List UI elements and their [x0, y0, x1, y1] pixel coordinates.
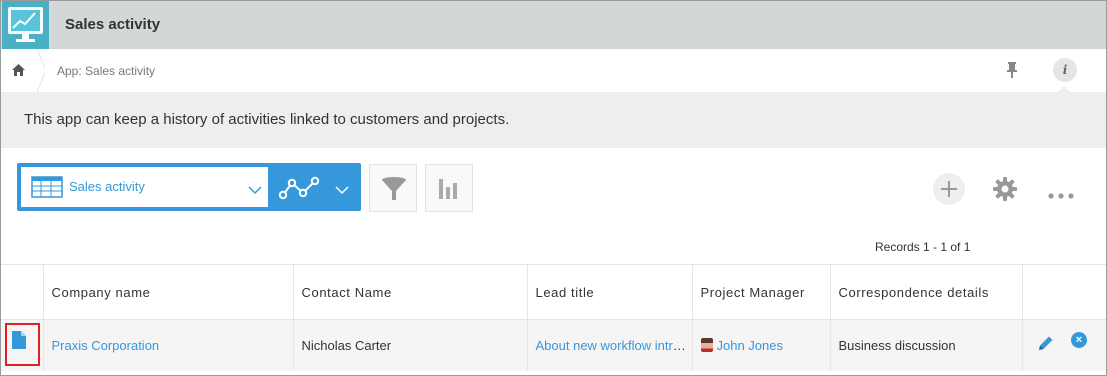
title-bar: Sales activity: [1, 1, 1106, 49]
document-icon[interactable]: [12, 331, 26, 349]
table-view-icon: [31, 176, 63, 203]
add-record-button[interactable]: [933, 173, 965, 205]
chevron-down-icon: [248, 182, 262, 200]
table-header-row: Company name Contact Name Lead title Pro…: [1, 264, 1106, 320]
column-header-details[interactable]: Correspondence details: [829, 264, 1022, 320]
app-window: Sales activity App: Sales activity i Thi…: [0, 0, 1107, 376]
view-name: Sales activity: [69, 179, 145, 194]
column-header-detail: [1, 264, 43, 320]
view-selector-group: Sales activity: [17, 163, 361, 211]
lead-link[interactable]: About new workflow introduction: [536, 338, 693, 353]
line-graph-icon: [278, 175, 321, 206]
column-header-manager[interactable]: Project Manager: [691, 264, 830, 320]
app-title: Sales activity: [65, 16, 161, 33]
app-description: This app can keep a history of activitie…: [1, 92, 1106, 148]
breadcrumb: App: Sales activity i: [1, 48, 1106, 93]
plus-icon: [939, 179, 959, 204]
records-count: Records 1 - 1 of 1: [875, 240, 971, 254]
pin-icon[interactable]: [1001, 59, 1023, 81]
table-row: Praxis Corporation Nicholas Carter About…: [1, 319, 1106, 371]
cell-company[interactable]: Praxis Corporation: [42, 319, 293, 371]
cell-details: Business discussion: [829, 319, 1022, 371]
info-icon[interactable]: i: [1053, 58, 1077, 82]
description-pointer: [1057, 86, 1071, 93]
cell-contact: Nicholas Carter: [292, 319, 527, 371]
filter-button[interactable]: [369, 164, 417, 212]
gear-icon: [992, 176, 1018, 207]
close-circle-icon[interactable]: ×: [1071, 332, 1087, 348]
more-options-button[interactable]: [1045, 173, 1077, 205]
chart-button[interactable]: [425, 164, 473, 212]
cell-actions: [1021, 319, 1106, 371]
ellipsis-icon: [1048, 186, 1074, 204]
app-settings-button[interactable]: [989, 173, 1021, 205]
cell-lead[interactable]: About new workflow introduction: [526, 319, 693, 371]
home-icon[interactable]: [1, 48, 47, 93]
monitor-chart-icon: [2, 1, 49, 49]
column-header-lead[interactable]: Lead title: [526, 264, 692, 320]
column-header-actions: [1021, 264, 1106, 320]
graph-view-button[interactable]: [269, 163, 361, 211]
detail-cell: [1, 319, 43, 371]
avatar: [700, 337, 713, 352]
funnel-icon: [380, 175, 408, 208]
description-text: This app can keep a history of activitie…: [24, 111, 510, 128]
cell-manager[interactable]: John Jones: [691, 319, 830, 371]
view-dropdown[interactable]: Sales activity: [21, 167, 268, 207]
records-table: Company name Contact Name Lead title Pro…: [1, 264, 1106, 371]
chevron-down-icon: [335, 182, 349, 200]
company-link[interactable]: Praxis Corporation: [52, 338, 160, 353]
pencil-icon[interactable]: [1037, 334, 1055, 352]
manager-link[interactable]: John Jones: [717, 338, 784, 353]
bar-chart-icon: [438, 177, 462, 206]
column-header-company[interactable]: Company name: [42, 264, 293, 320]
column-header-contact[interactable]: Contact Name: [292, 264, 527, 320]
breadcrumb-app-link[interactable]: App: Sales activity: [57, 64, 155, 78]
